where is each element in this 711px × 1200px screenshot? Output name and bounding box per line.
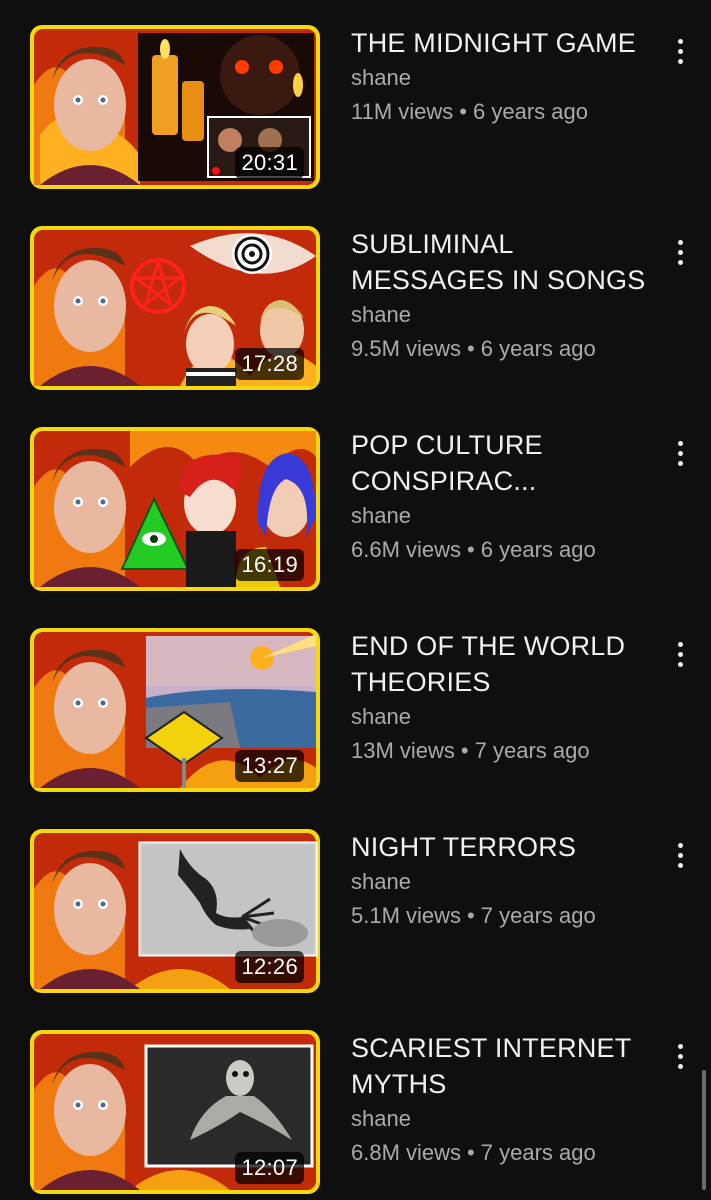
upload-age: 6 years ago	[480, 336, 596, 361]
video-title[interactable]: POP CULTURE CONSPIRAC...	[351, 427, 651, 499]
video-thumbnail[interactable]: 17:28	[30, 226, 320, 390]
view-count: 6.6M views	[351, 537, 462, 562]
video-info: SCARIEST INTERNET MYTHS shane 6.8M views…	[351, 1030, 651, 1170]
video-list-page: 20:31 THE MIDNIGHT GAME shane 11M views •…	[0, 0, 711, 1200]
channel-name[interactable]: shane	[351, 298, 651, 332]
video-title[interactable]: END OF THE WORLD THEORIES	[351, 628, 651, 700]
separator-dot: •	[459, 99, 467, 124]
video-duration: 12:26	[235, 951, 304, 983]
video-row[interactable]: 13:27 END OF THE WORLD THEORIES shane 13…	[0, 628, 711, 798]
video-thumbnail[interactable]: 13:27	[30, 628, 320, 792]
video-thumbnail[interactable]: 20:31	[30, 25, 320, 189]
view-count: 6.8M views	[351, 1140, 462, 1165]
video-duration: 17:28	[235, 348, 304, 380]
more-vert-icon[interactable]	[666, 1036, 694, 1076]
playlist-title-partial	[32, 0, 41, 15]
video-info: SUBLIMINAL MESSAGES IN SONGS shane 9.5M …	[351, 226, 651, 366]
video-meta: 6.6M views • 6 years ago	[351, 533, 651, 567]
video-row[interactable]: 12:07 SCARIEST INTERNET MYTHS shane 6.8M…	[0, 1030, 711, 1200]
video-duration: 16:19	[235, 549, 304, 581]
video-row[interactable]: 12:26 NIGHT TERRORS shane 5.1M views • 7 y…	[0, 829, 711, 999]
view-count: 5.1M views	[351, 903, 462, 928]
upload-age: 7 years ago	[480, 1140, 596, 1165]
upload-age: 6 years ago	[480, 537, 596, 562]
video-info: THE MIDNIGHT GAME shane 11M views • 6 year…	[351, 25, 651, 129]
view-count: 11M views	[351, 99, 454, 124]
video-duration: 13:27	[235, 750, 304, 782]
video-duration: 12:07	[235, 1152, 304, 1184]
video-thumbnail[interactable]: 16:19	[30, 427, 320, 591]
separator-dot: •	[467, 903, 475, 928]
separator-dot: •	[467, 336, 475, 361]
upload-age: 7 years ago	[480, 903, 596, 928]
video-title[interactable]: THE MIDNIGHT GAME	[351, 25, 651, 61]
video-thumbnail[interactable]: 12:07	[30, 1030, 320, 1194]
video-info: END OF THE WORLD THEORIES shane 13M view…	[351, 628, 651, 768]
channel-name[interactable]: shane	[351, 700, 651, 734]
video-row[interactable]: 17:28 SUBLIMINAL MESSAGES IN SONGS shane…	[0, 226, 711, 396]
video-info: POP CULTURE CONSPIRAC... shane 6.6M view…	[351, 427, 651, 567]
scrollbar[interactable]	[702, 1070, 706, 1190]
video-title[interactable]: NIGHT TERRORS	[351, 829, 651, 865]
more-vert-icon[interactable]	[666, 31, 694, 71]
channel-name[interactable]: shane	[351, 499, 651, 533]
more-vert-icon[interactable]	[666, 232, 694, 272]
channel-name[interactable]: shane	[351, 61, 651, 95]
more-vert-icon[interactable]	[666, 433, 694, 473]
more-vert-icon[interactable]	[666, 835, 694, 875]
view-count: 13M views	[351, 738, 455, 763]
upload-age: 6 years ago	[473, 99, 588, 124]
channel-name[interactable]: shane	[351, 1102, 651, 1136]
separator-dot: •	[467, 1140, 475, 1165]
video-row[interactable]: 20:31 THE MIDNIGHT GAME shane 11M views •…	[0, 25, 711, 195]
video-meta: 6.8M views • 7 years ago	[351, 1136, 651, 1170]
separator-dot: •	[467, 537, 475, 562]
video-title[interactable]: SCARIEST INTERNET MYTHS	[351, 1030, 651, 1102]
video-meta: 5.1M views • 7 years ago	[351, 899, 651, 933]
video-thumbnail[interactable]: 12:26	[30, 829, 320, 993]
video-meta: 11M views • 6 years ago	[351, 95, 651, 129]
channel-name[interactable]: shane	[351, 865, 651, 899]
video-meta: 13M views • 7 years ago	[351, 734, 651, 768]
view-count: 9.5M views	[351, 336, 462, 361]
video-title[interactable]: SUBLIMINAL MESSAGES IN SONGS	[351, 226, 651, 298]
upload-age: 7 years ago	[474, 738, 590, 763]
more-vert-icon[interactable]	[666, 634, 694, 674]
video-meta: 9.5M views • 6 years ago	[351, 332, 651, 366]
separator-dot: •	[460, 738, 469, 763]
video-duration: 20:31	[235, 147, 304, 179]
video-row[interactable]: 16:19 POP CULTURE CONSPIRAC... shane 6.6…	[0, 427, 711, 597]
video-info: NIGHT TERRORS shane 5.1M views • 7 years a…	[351, 829, 651, 933]
